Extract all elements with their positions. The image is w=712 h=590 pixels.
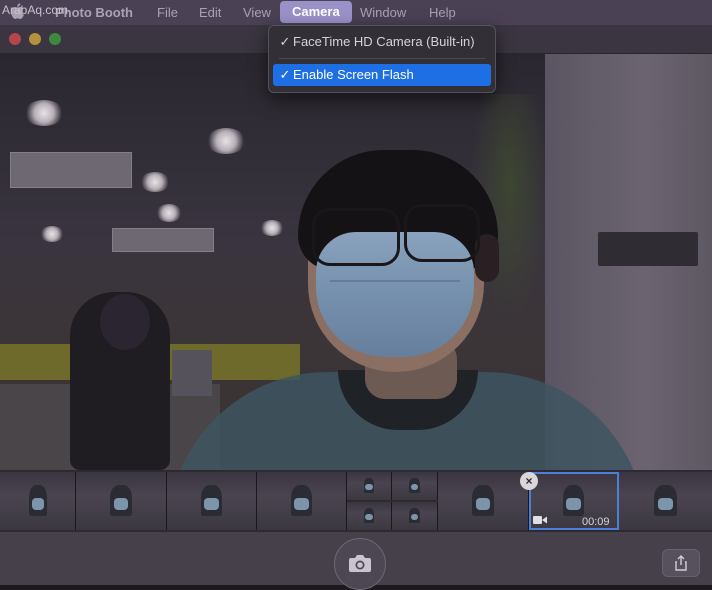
- preview-background-person-head: [100, 294, 150, 350]
- delete-thumbnail-button[interactable]: ×: [520, 472, 538, 490]
- preview-subject-glasses-right: [404, 204, 480, 262]
- close-window-button[interactable]: [9, 33, 21, 45]
- checkmark-icon: ✓: [279, 34, 291, 49]
- preview-ceiling-light: [206, 128, 246, 154]
- preview-monitor: [172, 350, 212, 396]
- menu-window[interactable]: Window: [360, 4, 406, 21]
- watermark-text: ArabAq.com: [2, 3, 69, 17]
- photo-thumbnail-quad[interactable]: [347, 502, 392, 530]
- photo-thumbnail[interactable]: [76, 472, 167, 530]
- camera-menu-dropdown: ✓ FaceTime HD Camera (Built-in) ✓ Enable…: [268, 25, 496, 93]
- checkmark-icon: ✓: [279, 67, 291, 82]
- photo-thumbnail-quad[interactable]: [347, 472, 392, 500]
- menu-help[interactable]: Help: [429, 4, 456, 21]
- share-icon: [675, 555, 687, 571]
- preview-switch-panel: [598, 232, 698, 266]
- preview-ceiling-vent: [112, 228, 214, 252]
- menu-item-label: FaceTime HD Camera (Built-in): [293, 34, 475, 49]
- minimize-window-button[interactable]: [29, 33, 41, 45]
- photo-thumbnail[interactable]: [257, 472, 347, 530]
- camera-preview: [0, 54, 712, 470]
- preview-subject-mask-fold: [330, 280, 460, 282]
- preview-ceiling-light: [40, 226, 64, 242]
- preview-ceiling-light: [260, 220, 284, 236]
- photo-thumbnail[interactable]: [167, 472, 257, 530]
- preview-ceiling-vent: [10, 152, 132, 188]
- preview-ceiling-light: [156, 204, 182, 222]
- video-camera-icon: [533, 516, 547, 524]
- video-duration: 00:09: [582, 516, 610, 528]
- menu-item-facetime-hd-camera[interactable]: ✓ FaceTime HD Camera (Built-in): [273, 31, 491, 53]
- take-photo-button[interactable]: [334, 538, 386, 590]
- menu-camera[interactable]: Camera: [280, 1, 352, 23]
- menu-edit[interactable]: Edit: [199, 4, 221, 21]
- menu-separator: [279, 58, 485, 59]
- menu-bar: Photo Booth File Edit View Camera Window…: [0, 0, 712, 25]
- menu-file[interactable]: File: [157, 4, 178, 21]
- photo-thumbnail[interactable]: [0, 472, 76, 530]
- share-button[interactable]: [662, 549, 700, 577]
- camera-icon: [349, 555, 371, 572]
- preview-ceiling-light: [140, 172, 170, 192]
- photo-thumbnail[interactable]: [619, 472, 712, 530]
- menu-view[interactable]: View: [243, 4, 271, 21]
- menu-item-label: Enable Screen Flash: [293, 67, 414, 82]
- photo-thumbnail-quad[interactable]: [392, 472, 438, 500]
- photo-thumbnail[interactable]: [438, 472, 529, 530]
- preview-ceiling-light: [24, 100, 64, 126]
- preview-subject-glasses-left: [312, 208, 400, 266]
- zoom-window-button[interactable]: [49, 33, 61, 45]
- menu-item-enable-screen-flash[interactable]: ✓ Enable Screen Flash: [273, 64, 491, 86]
- photo-thumbnail-quad[interactable]: [392, 502, 438, 530]
